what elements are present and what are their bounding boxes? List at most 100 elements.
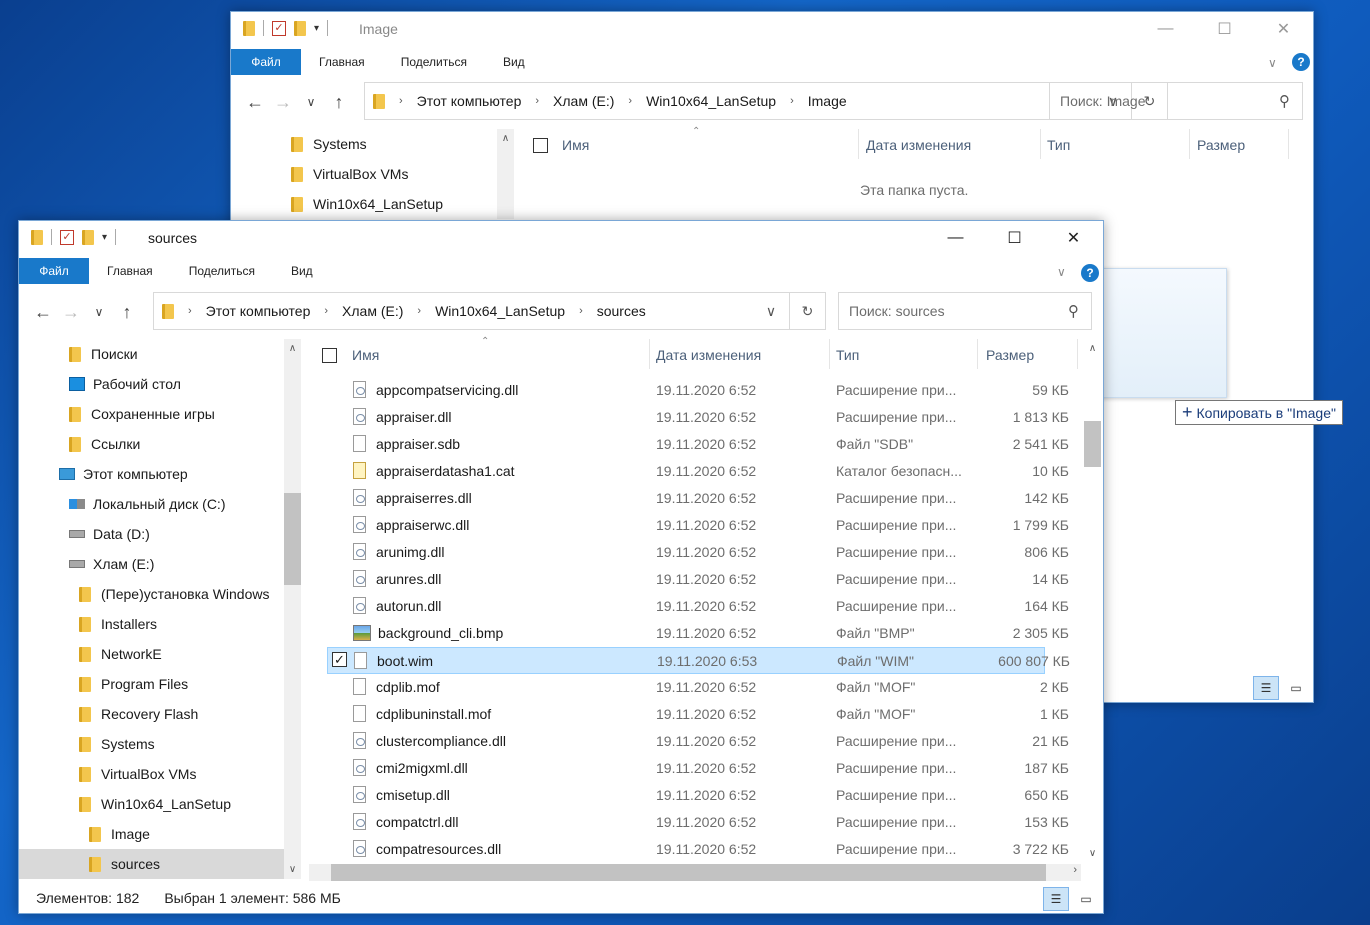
nav-item[interactable]: Program Files (19, 669, 284, 699)
tab-home[interactable]: Главная (89, 264, 171, 278)
front-titlebar[interactable]: ✓ ▾ sources — ☐ ✕ (19, 221, 1103, 257)
nav-item[interactable]: Рабочий стол (19, 369, 284, 399)
nav-item[interactable]: Поиски (19, 339, 284, 369)
nav-item[interactable]: Ссылки (19, 429, 284, 459)
scroll-down-icon[interactable]: ∨ (284, 864, 301, 875)
breadcrumb-folder[interactable]: Win10x64_LanSetup (435, 303, 565, 319)
file-row[interactable]: cdplibuninstall.mof 19.11.2020 6:52 Файл "… (327, 701, 1069, 728)
file-row[interactable]: appraiserdatasha1.cat 19.11.2020 6:52 Ката… (327, 458, 1069, 485)
up-arrow-icon[interactable]: ↑ (113, 302, 141, 323)
file-row[interactable]: appraiserwc.dll 19.11.2020 6:52 Расширение… (327, 512, 1069, 539)
front-search-input[interactable]: Поиск: sources ⚲ (838, 292, 1092, 330)
nav-item[interactable]: Installers (19, 609, 284, 639)
address-dropdown-icon[interactable]: ∨ (753, 293, 789, 329)
nav-item[interactable]: NetworkE (19, 639, 284, 669)
expand-ribbon-icon[interactable]: ∨ (1057, 265, 1066, 279)
breadcrumb-computer[interactable]: Этот компьютер (417, 93, 522, 109)
column-size[interactable]: Размер (986, 347, 1034, 363)
tab-view[interactable]: Вид (485, 55, 543, 69)
column-date[interactable]: Дата изменения (656, 347, 761, 363)
column-divider[interactable] (649, 339, 650, 369)
customize-qat-icon[interactable]: ▾ (314, 23, 319, 34)
chevron-right-icon[interactable]: › (579, 305, 583, 317)
nav-item[interactable]: Recovery Flash (19, 699, 284, 729)
close-button[interactable]: ✕ (1254, 12, 1313, 46)
chevron-right-icon[interactable]: › (188, 305, 192, 317)
breadcrumb-drive[interactable]: Хлам (E:) (553, 93, 614, 109)
hscrollbar-thumb[interactable] (331, 864, 1046, 881)
breadcrumb-computer[interactable]: Этот компьютер (206, 303, 311, 319)
front-nav-scrollbar[interactable]: ∧ ∨ (284, 339, 301, 879)
file-row[interactable]: appraiser.sdb 19.11.2020 6:52 Файл "SDB" 2 … (327, 431, 1069, 458)
details-view-icon[interactable]: ☰ (1253, 676, 1279, 700)
scroll-down-icon[interactable]: ∨ (1084, 848, 1101, 859)
maximize-button[interactable]: ☐ (985, 221, 1044, 255)
new-folder-icon[interactable] (82, 229, 94, 245)
tab-share[interactable]: Поделиться (383, 55, 485, 69)
column-divider[interactable] (829, 339, 830, 369)
breadcrumb-current[interactable]: sources (597, 303, 646, 319)
file-row[interactable]: background_cli.bmp 19.11.2020 6:52 Файл "B… (327, 620, 1069, 647)
scroll-up-icon[interactable]: ∧ (284, 343, 301, 354)
chevron-right-icon[interactable]: › (324, 305, 328, 317)
large-icons-view-icon[interactable]: ▭ (1073, 887, 1099, 911)
scrollbar-thumb[interactable] (1084, 421, 1101, 467)
file-row[interactable]: appraiserres.dll 19.11.2020 6:52 Расширени… (327, 485, 1069, 512)
tab-file[interactable]: Файл (231, 49, 301, 75)
file-row[interactable]: arunimg.dll 19.11.2020 6:52 Расширение при… (327, 539, 1069, 566)
forward-arrow-icon[interactable]: → (269, 92, 297, 113)
nav-item[interactable]: VirtualBox VMs (19, 759, 284, 789)
customize-qat-icon[interactable]: ▾ (102, 232, 107, 243)
column-divider[interactable] (858, 129, 859, 159)
column-name[interactable]: Имя (562, 137, 589, 153)
column-divider[interactable] (1189, 129, 1190, 159)
file-row[interactable]: cmi2migxml.dll 19.11.2020 6:52 Расширение … (327, 755, 1069, 782)
close-button[interactable]: ✕ (1044, 221, 1103, 255)
large-icons-view-icon[interactable]: ▭ (1283, 676, 1309, 700)
column-name[interactable]: Имя (352, 347, 379, 363)
file-row[interactable]: compatctrl.dll 19.11.2020 6:52 Расширение … (327, 809, 1069, 836)
chevron-right-icon[interactable]: › (628, 95, 632, 107)
file-row[interactable]: cdplib.mof 19.11.2020 6:52 Файл "MOF" 2 КБ (327, 674, 1069, 701)
breadcrumb-current[interactable]: Image (808, 93, 847, 109)
file-row[interactable]: cmisetup.dll 19.11.2020 6:52 Расширение пр… (327, 782, 1069, 809)
scrollbar-thumb[interactable] (284, 493, 301, 585)
expand-ribbon-icon[interactable]: ∨ (1268, 56, 1277, 70)
properties-icon[interactable]: ✓ (272, 20, 286, 36)
nav-item[interactable]: VirtualBox VMs (291, 159, 408, 189)
refresh-icon[interactable]: ↻ (789, 293, 825, 329)
back-nav-scrollbar[interactable]: ∧ (497, 129, 514, 219)
file-row[interactable]: compatresources.dll 19.11.2020 6:52 Расшир… (327, 836, 1069, 863)
recent-locations-icon[interactable]: ∨ (85, 305, 113, 319)
back-search-input[interactable]: Поиск: Image ⚲ (1049, 82, 1303, 120)
help-icon[interactable]: ? (1292, 53, 1310, 71)
tab-view[interactable]: Вид (273, 264, 331, 278)
nav-item[interactable]: Data (D:) (19, 519, 284, 549)
file-row[interactable]: arunres.dll 19.11.2020 6:52 Расширение при… (327, 566, 1069, 593)
nav-item[interactable]: sources (19, 849, 284, 879)
back-arrow-icon[interactable]: ← (29, 302, 57, 323)
chevron-right-icon[interactable]: › (417, 305, 421, 317)
tab-home[interactable]: Главная (301, 55, 383, 69)
column-divider[interactable] (1040, 129, 1041, 159)
tab-file[interactable]: Файл (19, 258, 89, 284)
select-all-checkbox[interactable] (322, 347, 337, 363)
file-row[interactable]: appraiser.dll 19.11.2020 6:52 Расширение п… (327, 404, 1069, 431)
minimize-button[interactable]: — (926, 221, 985, 255)
column-type[interactable]: Тип (1047, 137, 1070, 153)
chevron-right-icon[interactable]: › (790, 95, 794, 107)
scroll-up-icon[interactable]: ∧ (497, 133, 514, 144)
nav-item[interactable]: Локальный диск (C:) (19, 489, 284, 519)
scroll-right-icon[interactable]: › (1073, 864, 1077, 876)
breadcrumb-folder[interactable]: Win10x64_LanSetup (646, 93, 776, 109)
nav-item[interactable]: Сохраненные игры (19, 399, 284, 429)
minimize-button[interactable]: — (1136, 12, 1195, 46)
properties-icon[interactable]: ✓ (60, 229, 74, 245)
nav-item[interactable]: Systems (19, 729, 284, 759)
nav-item[interactable]: Этот компьютер (19, 459, 284, 489)
file-row[interactable]: clustercompliance.dll 19.11.2020 6:52 Расш… (327, 728, 1069, 755)
up-arrow-icon[interactable]: ↑ (325, 92, 353, 113)
recent-locations-icon[interactable]: ∨ (297, 95, 325, 109)
file-row[interactable]: autorun.dll 19.11.2020 6:52 Расширение при… (327, 593, 1069, 620)
column-size[interactable]: Размер (1197, 137, 1245, 153)
